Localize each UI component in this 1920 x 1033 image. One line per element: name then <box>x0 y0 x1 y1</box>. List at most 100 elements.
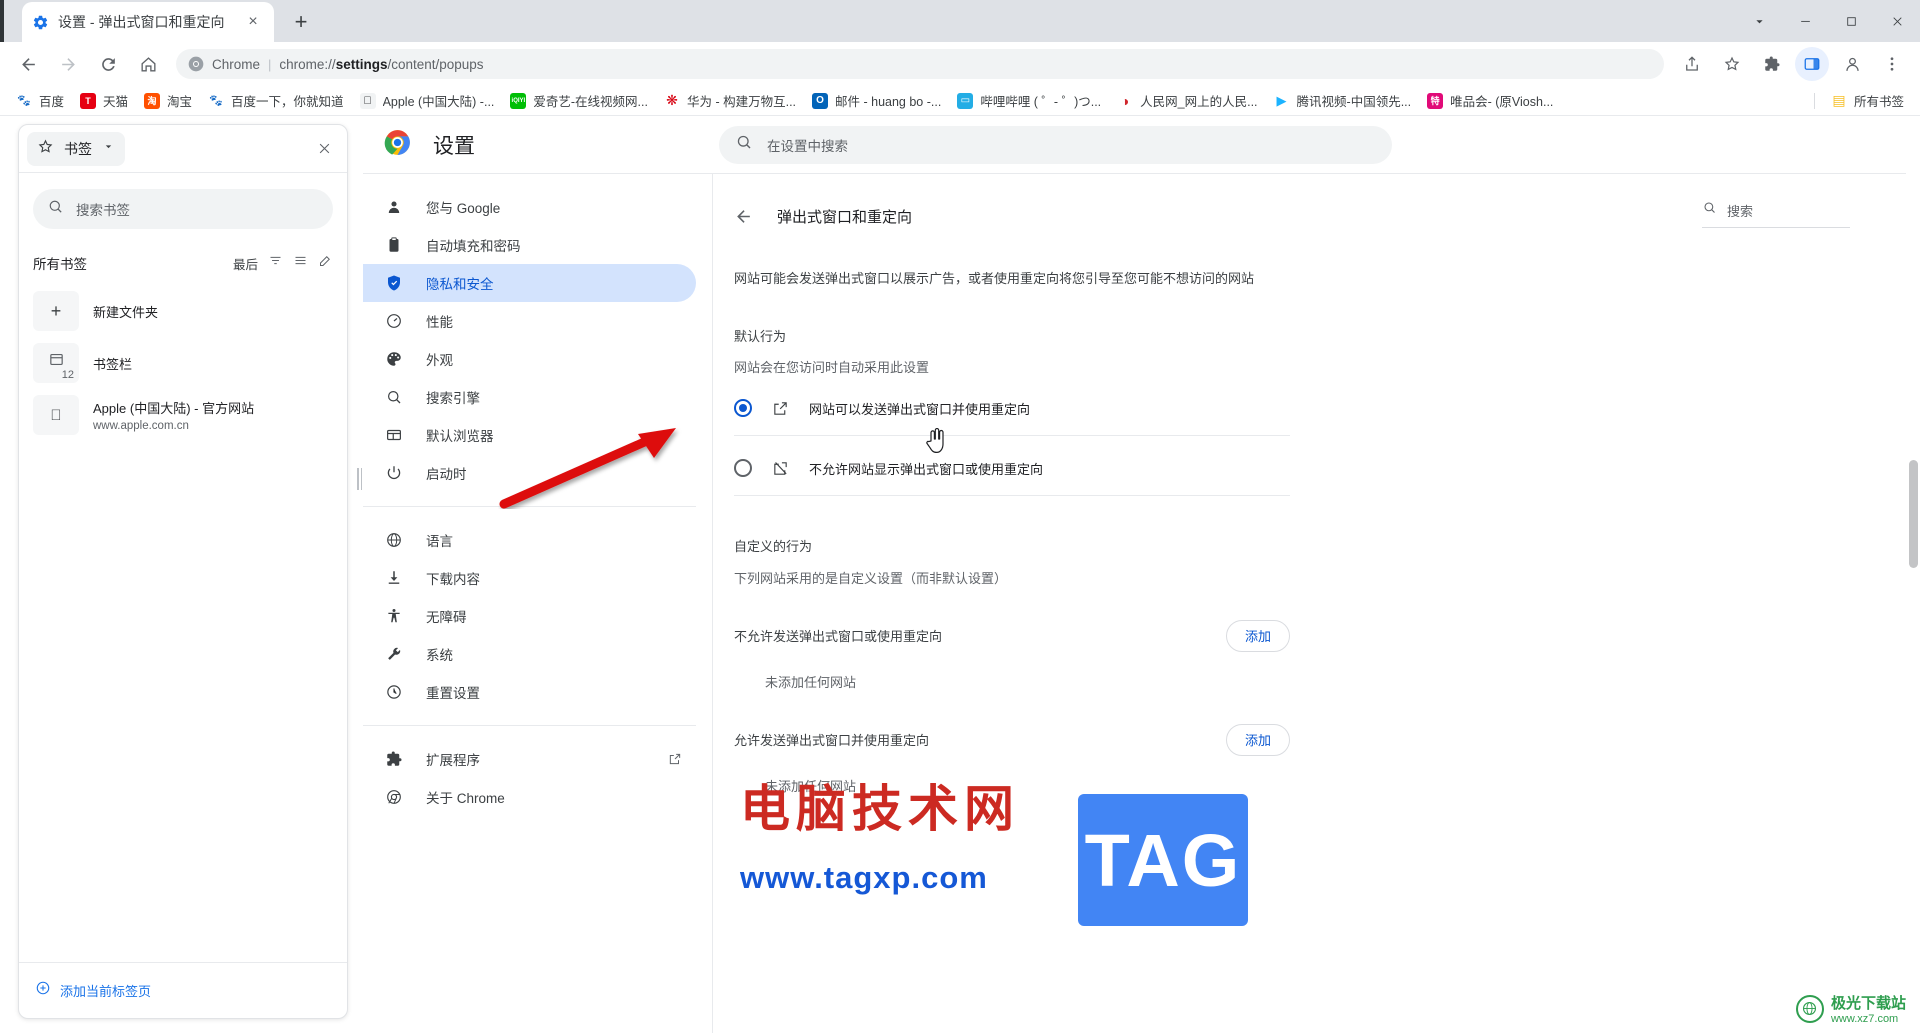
apple-icon:  <box>33 395 79 435</box>
sidebar-item-about-chrome[interactable]: 关于 Chrome <box>363 778 696 816</box>
search-icon <box>735 133 753 156</box>
omnibox-url-suffix: /content/popups <box>387 56 484 72</box>
radio-button[interactable] <box>734 399 752 417</box>
sidebar-item-system[interactable]: 系统 <box>363 635 696 673</box>
pencil-icon[interactable] <box>318 253 333 273</box>
puzzle-icon[interactable] <box>1755 47 1789 81</box>
all-bookmarks-button[interactable]: ▤ 所有书签 <box>1823 89 1912 113</box>
sidebar-item-label: 无障碍 <box>426 610 467 625</box>
sidebar-item-performance[interactable]: 性能 <box>363 302 696 340</box>
radio-option-label: 网站可以发送弹出式窗口并使用重定向 <box>809 401 1031 417</box>
bookmark-item[interactable]: iQIYI 爱奇艺-在线视频网... <box>502 89 656 113</box>
tab-search-chevron-down-icon[interactable] <box>1736 0 1782 42</box>
bookmark-item[interactable]: ▶ 腾讯视频-中国领先... <box>1266 89 1420 113</box>
sidebar-item-extensions[interactable]: 扩展程序 <box>363 740 696 778</box>
subpage-search-input[interactable]: 搜索 <box>1702 200 1850 228</box>
taobao-icon: 淘 <box>144 92 161 109</box>
sidebar-item-accessibility[interactable]: 无障碍 <box>363 597 696 635</box>
list-view-icon[interactable] <box>293 253 308 273</box>
new-tab-button[interactable]: + <box>284 5 318 39</box>
bookmark-item[interactable]: ◑ 人民网_网上的人民... <box>1109 89 1265 113</box>
omnibox[interactable]: Chrome | chrome://settings/content/popup… <box>176 49 1664 79</box>
filter-icon[interactable] <box>268 253 283 273</box>
bookmark-item[interactable]: 淘 淘宝 <box>136 89 200 113</box>
panel-resize-handle[interactable] <box>357 468 362 490</box>
bookmark-item[interactable]: O 邮件 - huang bo -... <box>804 89 949 113</box>
radio-option-label: 不允许网站显示弹出式窗口或使用重定向 <box>809 461 1044 477</box>
side-panel-selector[interactable]: 书签 <box>27 131 125 166</box>
radio-option-block-popups[interactable]: 不允许网站显示弹出式窗口或使用重定向 <box>734 442 1290 496</box>
browser-tab[interactable]: 设置 - 弹出式窗口和重定向 × <box>22 2 274 42</box>
bookmark-item[interactable]:  Apple (中国大陆) -... <box>352 89 503 113</box>
maximize-icon[interactable] <box>1828 0 1874 42</box>
back-arrow-icon[interactable] <box>734 207 753 226</box>
home-icon[interactable] <box>131 47 165 81</box>
bilibili-icon: ▭ <box>957 92 974 109</box>
settings-search-input[interactable]: 在设置中搜索 <box>719 125 1392 164</box>
bookmarks-side-panel: 书签 搜索书签 所有书签 最后 + 新建文件夹 12 书签栏 Apple (中国… <box>18 124 348 1019</box>
add-current-tab-button[interactable]: 添加当前标签页 <box>19 962 347 1018</box>
watermark-tag-badge: TAG <box>1078 794 1248 926</box>
iqiyi-icon: iQIYI <box>510 92 527 109</box>
three-dots-icon[interactable] <box>1875 47 1909 81</box>
sidebar-item-reset-settings[interactable]: 重置设置 <box>363 673 696 711</box>
close-icon[interactable] <box>309 134 339 164</box>
reload-icon[interactable] <box>91 47 125 81</box>
sort-label[interactable]: 最后 <box>233 254 258 273</box>
bookmarks-bar: 🐾 百度 T 天猫 淘 淘宝 🐾 百度一下，你就知道  Apple (中国大陆… <box>0 86 1920 116</box>
minimize-icon[interactable] <box>1782 0 1828 42</box>
sidebar-item-languages[interactable]: 语言 <box>363 521 696 559</box>
bookmark-item[interactable]: ❋ 华为 - 构建万物互... <box>656 89 804 113</box>
settings-brand[interactable]: 设置 <box>363 129 713 161</box>
side-panel-icon[interactable] <box>1795 47 1829 81</box>
custom-behavior-subtitle: 下列网站采用的是自定义设置（而非默认设置） <box>734 570 1008 586</box>
sidebar-item-label: 外观 <box>426 353 453 368</box>
sidebar-item-search-engine[interactable]: 搜索引擎 <box>363 378 696 416</box>
radio-button[interactable] <box>734 459 752 477</box>
browser-icon <box>384 426 404 444</box>
main-header: 弹出式窗口和重定向 <box>734 196 1290 236</box>
bookmark-item[interactable]: T 天猫 <box>72 89 136 113</box>
popups-settings-panel: 弹出式窗口和重定向 网站可能会发送弹出式窗口以展示广告，或者使用重定向将您引导至… <box>734 174 1290 795</box>
bookmark-item[interactable]: 🐾 百度 <box>8 89 72 113</box>
sidebar-item-downloads[interactable]: 下载内容 <box>363 559 696 597</box>
bookmark-item[interactable]: ▭ 哔哩哔哩 ( ゜- ゜)つ... <box>949 89 1109 113</box>
tab-close-icon[interactable]: × <box>242 11 264 33</box>
settings-search-placeholder: 在设置中搜索 <box>767 138 848 154</box>
radio-option-allow-popups[interactable]: 网站可以发送弹出式窗口并使用重定向 <box>734 382 1290 436</box>
bookmark-label: 百度一下，你就知道 <box>231 95 344 109</box>
subpage-title: 弹出式窗口和重定向 <box>777 208 913 226</box>
list-item[interactable]: + 新建文件夹 <box>19 285 347 337</box>
share-icon[interactable] <box>1675 47 1709 81</box>
scrollbar-thumb[interactable] <box>1909 460 1918 568</box>
folder-icon: 12 <box>33 343 79 383</box>
close-icon[interactable] <box>1874 0 1920 42</box>
list-item[interactable]: 12 书签栏 <box>19 337 347 389</box>
add-current-tab-label: 添加当前标签页 <box>60 984 152 999</box>
sidebar-item-label: 性能 <box>426 315 453 330</box>
sidebar-item-you-and-google[interactable]: 您与 Google <box>363 188 696 226</box>
omnibox-url-prefix: chrome:// <box>279 56 336 72</box>
page-scrollbar[interactable] <box>1906 116 1920 1033</box>
sidebar-item-autofill[interactable]: 自动填充和密码 <box>363 226 696 264</box>
bookmark-item[interactable]: 特 唯品会- (原Viosh... <box>1419 89 1561 113</box>
watermark-br-sub: www.xz7.com <box>1830 1013 1899 1025</box>
list-item[interactable]:  Apple (中国大陆) - 官方网站 www.apple.com.cn <box>19 389 347 441</box>
bookmark-item[interactable]: 🐾 百度一下，你就知道 <box>200 89 352 113</box>
bookmark-label: 淘宝 <box>167 95 193 109</box>
profile-icon[interactable] <box>1835 47 1869 81</box>
huawei-icon: ❋ <box>663 92 680 109</box>
browser-toolbar: Chrome | chrome://settings/content/popup… <box>0 42 1920 86</box>
star-icon[interactable] <box>1715 47 1749 81</box>
bookmark-label: Apple (中国大陆) -... <box>382 95 495 109</box>
add-blocked-site-button[interactable]: 添加 <box>1225 619 1290 652</box>
back-arrow-icon[interactable] <box>11 47 45 81</box>
sidebar-item-privacy-and-security[interactable]: 隐私和安全 <box>363 264 696 302</box>
add-allowed-site-button[interactable]: 添加 <box>1225 723 1290 756</box>
sidebar-item-appearance[interactable]: 外观 <box>363 340 696 378</box>
forward-arrow-icon[interactable] <box>51 47 85 81</box>
hand-pointer-cursor <box>924 427 946 454</box>
bookmarks-search-input[interactable]: 搜索书签 <box>33 189 333 229</box>
default-behavior-subtitle: 网站会在您访问时自动采用此设置 <box>734 359 930 375</box>
allow-list-header: 允许发送弹出式窗口并使用重定向 添加 <box>734 722 1290 758</box>
